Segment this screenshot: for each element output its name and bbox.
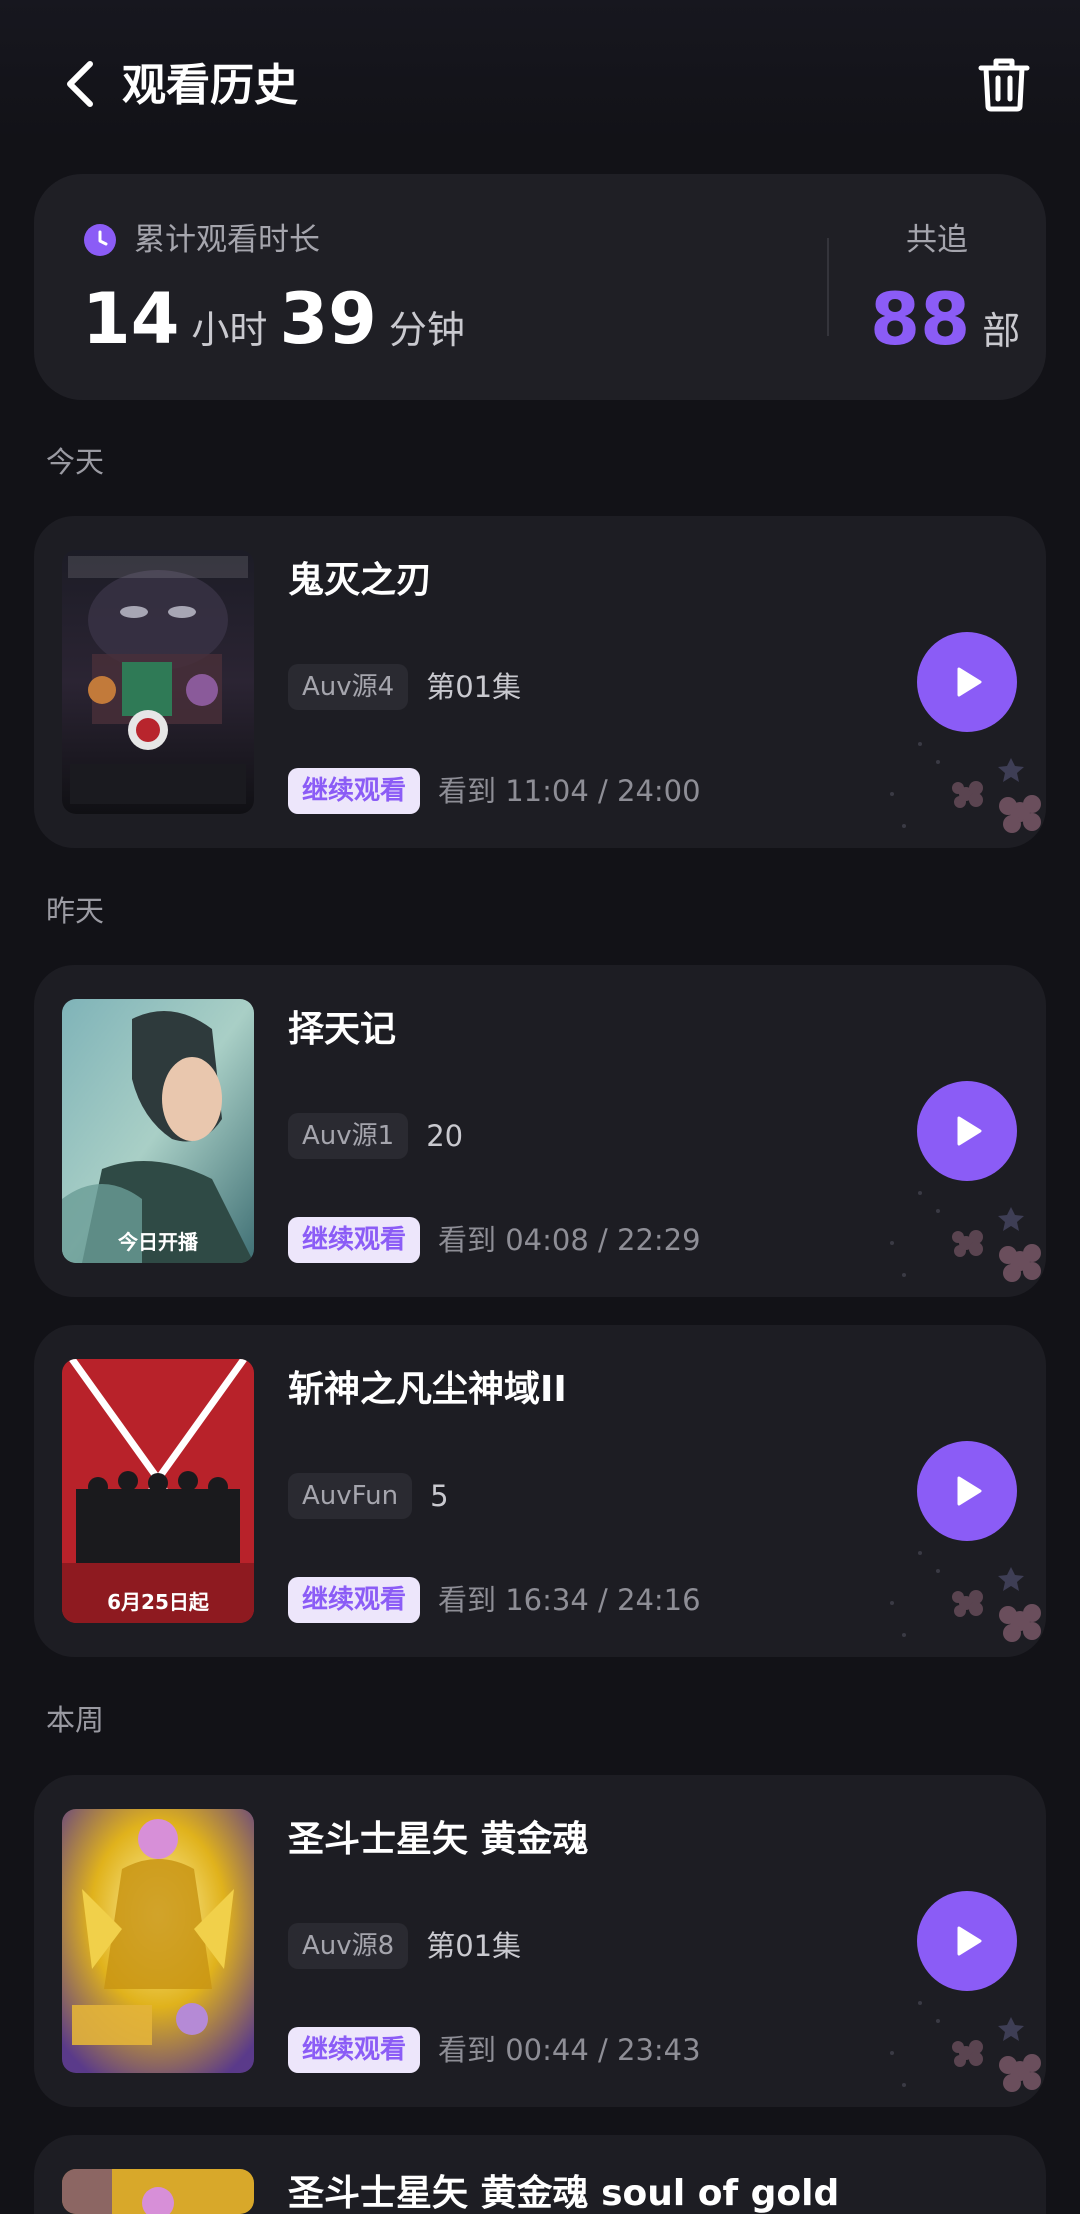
item-meta: Auv源8 第01集 [288,1923,521,1969]
item-title: 鬼灭之刃 [288,560,433,601]
section-today: 今天 [46,445,105,479]
follow-unit: 部 [982,309,1021,353]
play-icon [957,667,982,697]
app-header: 观看历史 [0,0,1080,170]
play-icon [957,1116,982,1146]
chevron-left-icon [67,61,93,107]
history-item[interactable]: 圣斗士星矢 黄金魂 soul of gold [34,2135,1046,2214]
history-item[interactable]: 圣斗士星矢 黄金魂 Auv源8 第01集 继续观看 看到 00:44 / 23:… [34,1775,1046,2107]
trash-icon [978,58,1030,112]
poster-caption: 今日开播 [118,1230,198,1254]
source-tag: AuvFun [288,1473,413,1519]
hours-value: 14 [82,278,180,360]
minutes-unit: 分钟 [388,308,465,352]
item-meta: Auv源4 第01集 [288,664,521,710]
watch-summary-card: 累计观看时长 14 小时 39 分钟 共追 88 部 [34,174,1046,400]
follow-count-row: 88 部 [870,274,1020,364]
history-item[interactable]: 鬼灭之刃 Auv源4 第01集 继续观看 看到 11:04 / 24:00 [34,516,1046,848]
play-icon [957,1476,982,1506]
item-progress: 继续观看 看到 16:34 / 24:16 [288,1577,701,1623]
minutes-value: 39 [279,278,377,360]
progress-text: 看到 11:04 / 24:00 [438,774,701,808]
flower-decoration [890,1551,1041,1642]
continue-watching-button[interactable]: 继续观看 [288,768,421,814]
section-yesterday: 昨天 [46,894,105,928]
continue-watching-button[interactable]: 继续观看 [288,2027,421,2073]
poster-image [62,550,254,814]
play-icon [957,1926,982,1956]
follow-count: 88 [870,277,971,361]
play-button[interactable] [917,1441,1017,1541]
source-tag: Auv源8 [288,1923,409,1969]
source-tag: Auv源4 [288,664,409,710]
item-meta: Auv源1 20 [288,1113,463,1159]
poster-image: 今日开播 [62,999,254,1263]
page-title: 观看历史 [122,60,298,111]
history-item[interactable]: 6月25日起 斩神之凡尘神域II AuvFun 5 继续观看 看到 16:34 … [34,1325,1046,1657]
continue-watching-button[interactable]: 继续观看 [288,1217,421,1263]
episode-label: 5 [430,1479,449,1513]
watch-time-value: 14 小时 39 分钟 [82,274,477,364]
delete-history-button[interactable] [974,52,1034,116]
flower-decoration [890,1191,1041,1282]
play-button[interactable] [917,1891,1017,1991]
item-title: 斩神之凡尘神域II [288,1369,567,1410]
summary-divider [827,238,829,336]
source-tag: Auv源1 [288,1113,409,1159]
back-button[interactable] [52,52,108,116]
watch-time-label-row: 累计观看时长 [84,220,320,260]
poster-image: 6月25日起 [62,1359,254,1623]
poster-caption: 6月25日起 [107,1590,209,1614]
history-item[interactable]: 今日开播 择天记 Auv源1 20 继续观看 看到 04:08 / 22:29 [34,965,1046,1297]
item-title: 择天记 [288,1009,397,1050]
play-button[interactable] [917,1081,1017,1181]
play-button[interactable] [917,632,1017,732]
flower-decoration [890,2001,1041,2092]
episode-label: 20 [426,1119,464,1153]
progress-text: 看到 00:44 / 23:43 [438,2033,701,2067]
item-progress: 继续观看 看到 11:04 / 24:00 [288,768,701,814]
item-progress: 继续观看 看到 00:44 / 23:43 [288,2027,701,2073]
item-meta: AuvFun 5 [288,1473,449,1519]
clock-icon [84,224,116,256]
section-this-week: 本周 [46,1703,105,1737]
hours-unit: 小时 [191,308,268,352]
progress-text: 看到 16:34 / 24:16 [438,1583,701,1617]
item-title: 圣斗士星矢 黄金魂 soul of gold [288,2173,840,2214]
poster-image [62,1809,254,2073]
episode-label: 第01集 [426,1929,522,1963]
flower-decoration [890,742,1041,833]
item-progress: 继续观看 看到 04:08 / 22:29 [288,1217,701,1263]
follow-label: 共追 [906,222,968,258]
item-title: 圣斗士星矢 黄金魂 [288,1819,589,1860]
progress-text: 看到 04:08 / 22:29 [438,1223,701,1257]
watch-time-label: 累计观看时长 [134,222,320,258]
continue-watching-button[interactable]: 继续观看 [288,1577,421,1623]
poster-image [62,2169,254,2214]
episode-label: 第01集 [426,670,522,704]
